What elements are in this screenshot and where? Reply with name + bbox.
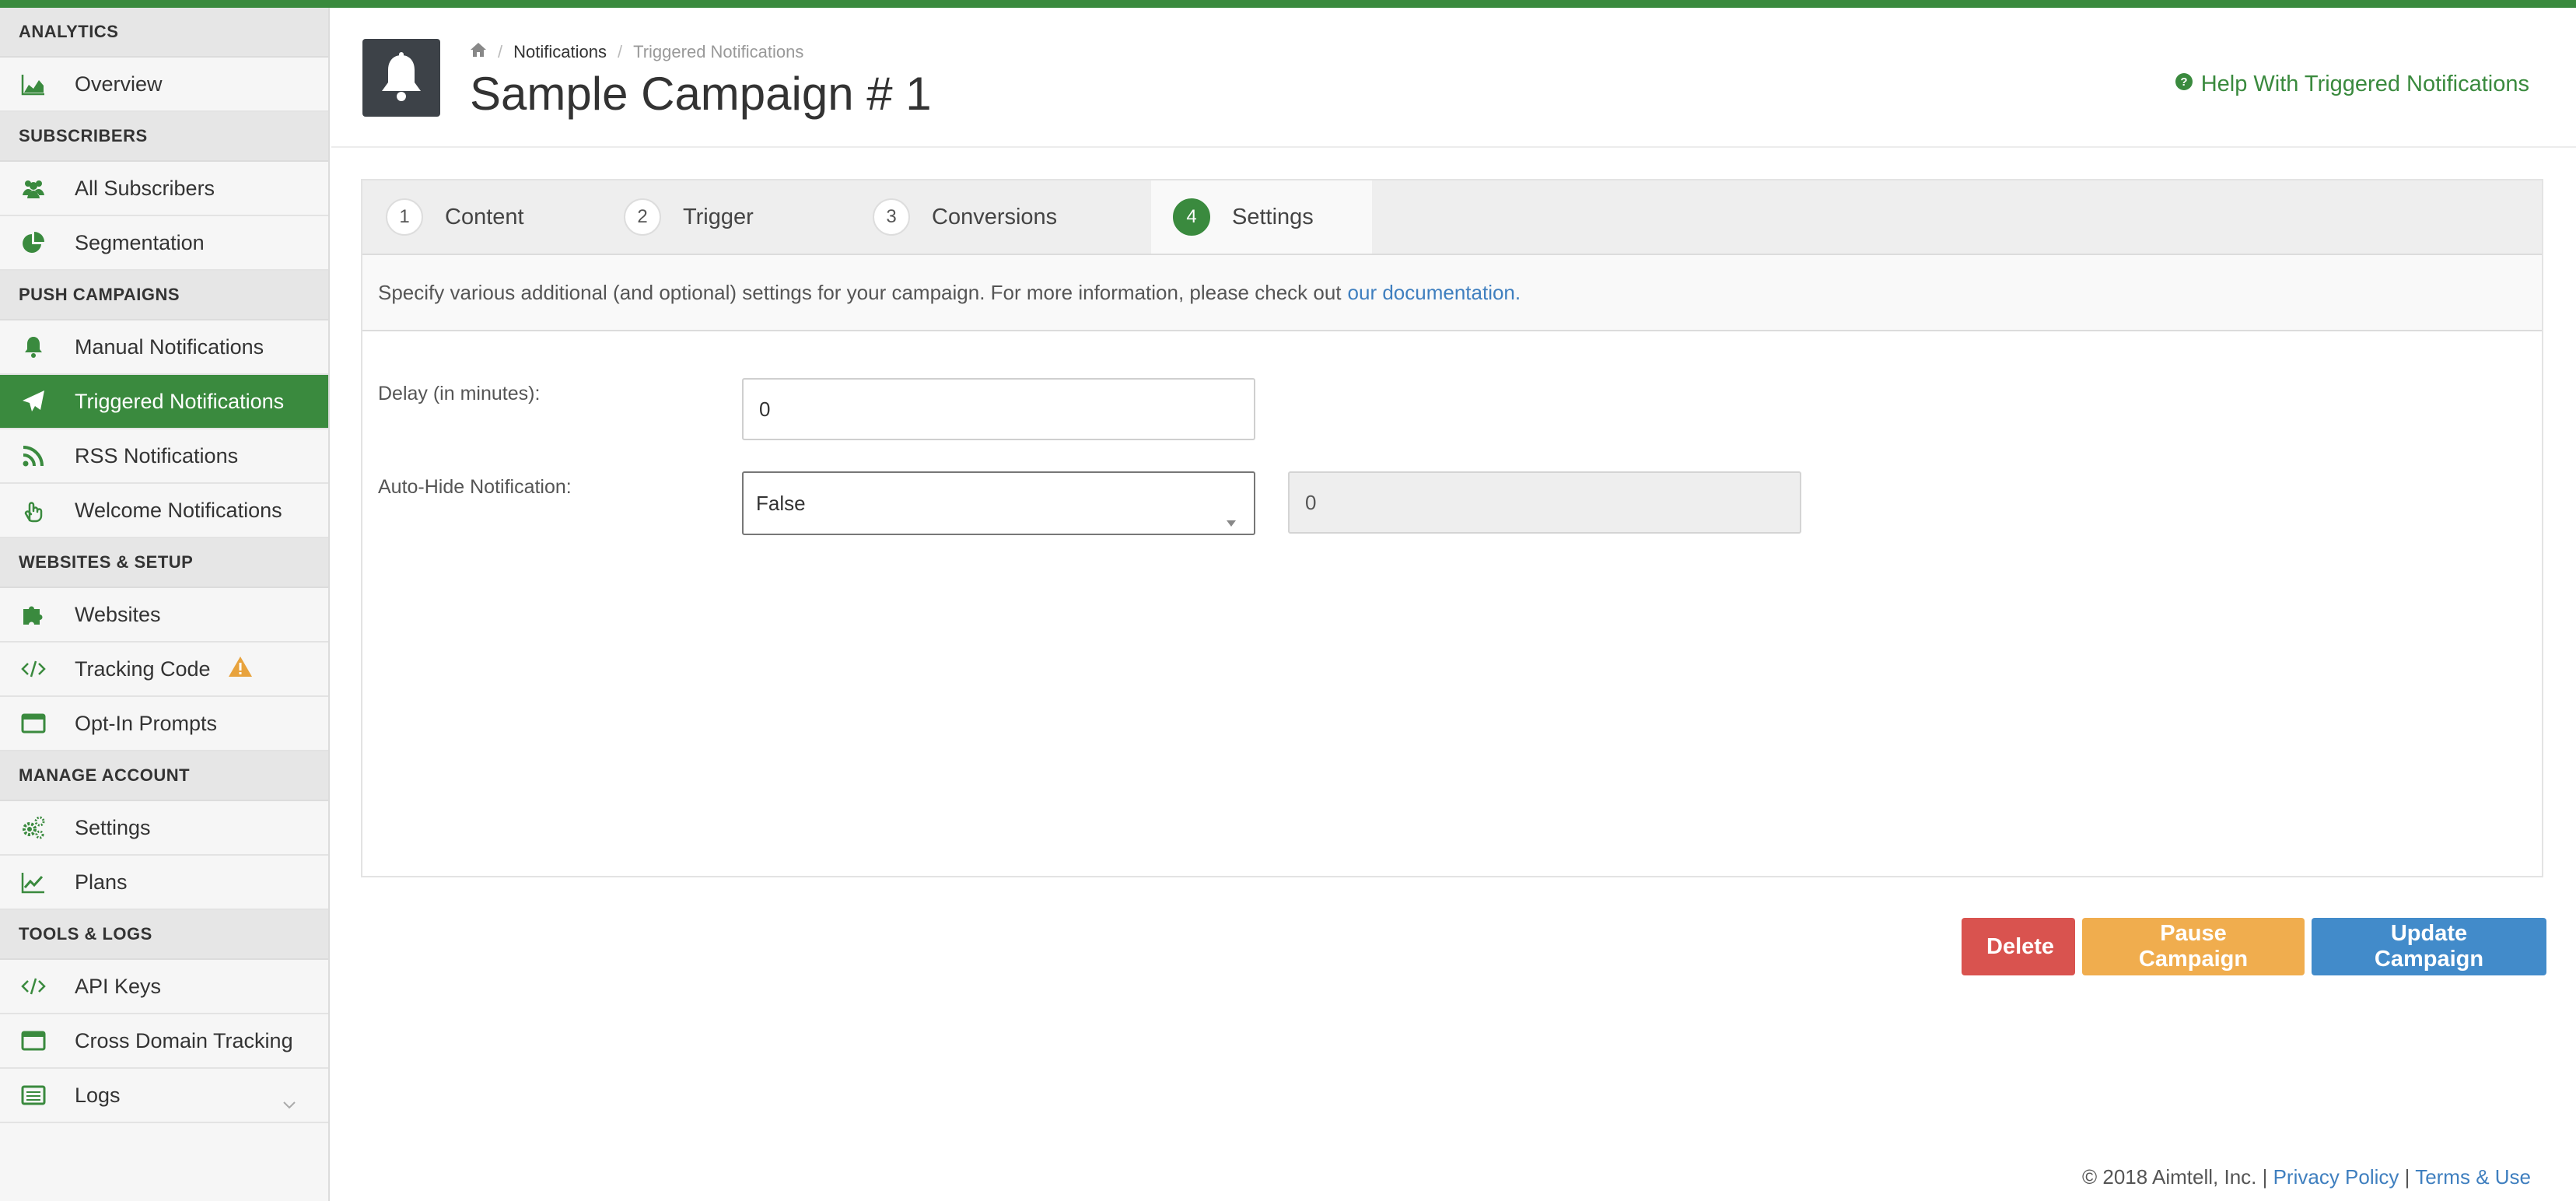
hand-icon bbox=[0, 497, 75, 523]
sidebar-item-label: RSS Notifications bbox=[75, 443, 239, 467]
sidebar-item-settings[interactable]: Settings bbox=[0, 801, 328, 856]
area-chart-icon bbox=[0, 71, 75, 97]
footer-separator: | bbox=[2404, 1165, 2410, 1189]
code-icon bbox=[0, 656, 75, 682]
step-number: 2 bbox=[624, 198, 661, 236]
sidebar-item-label: Settings bbox=[75, 815, 151, 839]
gears-icon bbox=[0, 814, 75, 841]
delete-button[interactable]: Delete bbox=[1962, 918, 2075, 975]
tab-label: Trigger bbox=[683, 204, 754, 229]
bell-icon bbox=[362, 39, 440, 117]
sidebar-item-api-keys[interactable]: API Keys bbox=[0, 960, 328, 1014]
settings-description: Specify various additional (and optional… bbox=[362, 255, 2542, 331]
auto-hide-selected-value: False bbox=[756, 491, 806, 515]
window-icon bbox=[0, 1028, 75, 1054]
sidebar-item-tracking-code[interactable]: Tracking Code bbox=[0, 643, 328, 697]
sidebar-item-welcome-notifications[interactable]: Welcome Notifications bbox=[0, 484, 328, 538]
tab-conversions[interactable]: 3 Conversions bbox=[873, 180, 1151, 254]
pie-chart-icon bbox=[0, 229, 75, 256]
main-content: / Notifications / Triggered Notification… bbox=[331, 8, 2576, 1201]
paper-plane-icon bbox=[0, 388, 75, 415]
sidebar-item-logs[interactable]: Logs bbox=[0, 1069, 328, 1123]
list-icon bbox=[0, 1082, 75, 1108]
tab-label: Content bbox=[445, 204, 524, 229]
sidebar-item-overview[interactable]: Overview bbox=[0, 58, 328, 112]
bell-icon bbox=[0, 334, 75, 360]
wizard-tabs: 1 Content 2 Trigger 3 Conversions 4 Sett… bbox=[362, 180, 2542, 255]
svg-text:?: ? bbox=[2180, 75, 2187, 89]
page-header: / Notifications / Triggered Notification… bbox=[331, 8, 2576, 148]
code-icon bbox=[0, 973, 75, 1000]
help-link-label: Help With Triggered Notifications bbox=[2200, 72, 2529, 96]
tab-label: Conversions bbox=[932, 204, 1058, 229]
documentation-link[interactable]: our documentation. bbox=[1348, 281, 1521, 305]
sidebar-item-label: Opt-In Prompts bbox=[75, 711, 218, 735]
breadcrumb: / Notifications / Triggered Notification… bbox=[470, 42, 803, 62]
pause-campaign-button[interactable]: Pause Campaign bbox=[2082, 918, 2305, 975]
sidebar-section-push-campaigns: PUSH CAMPAIGNS bbox=[0, 271, 328, 320]
campaign-wizard-panel: 1 Content 2 Trigger 3 Conversions 4 Sett… bbox=[361, 179, 2543, 877]
rss-icon bbox=[0, 443, 75, 469]
sidebar-section-subscribers: SUBSCRIBERS bbox=[0, 112, 328, 162]
sidebar-item-all-subscribers[interactable]: All Subscribers bbox=[0, 162, 328, 216]
sidebar-item-label: API Keys bbox=[75, 974, 162, 998]
page-title: Sample Campaign # 1 bbox=[470, 68, 932, 120]
auto-hide-label: Auto-Hide Notification: bbox=[378, 476, 572, 498]
tab-trigger[interactable]: 2 Trigger bbox=[624, 180, 873, 254]
users-icon bbox=[0, 175, 75, 201]
sidebar-item-label: Segmentation bbox=[75, 230, 205, 254]
sidebar-section-tools-logs: TOOLS & LOGS bbox=[0, 910, 328, 960]
sidebar-item-label: Manual Notifications bbox=[75, 334, 264, 359]
sidebar-item-label: Overview bbox=[75, 72, 163, 96]
auto-hide-select[interactable]: False bbox=[742, 471, 1255, 535]
sidebar-item-triggered-notifications[interactable]: Triggered Notifications bbox=[0, 375, 328, 429]
sidebar-item-label: Websites bbox=[75, 602, 161, 626]
question-circle-icon: ? bbox=[2175, 72, 2193, 97]
step-number: 4 bbox=[1173, 198, 1210, 236]
breadcrumb-notifications[interactable]: Notifications bbox=[513, 42, 607, 62]
sidebar-section-websites-setup: WEBSITES & SETUP bbox=[0, 538, 328, 588]
terms-link[interactable]: Terms & Use bbox=[2415, 1165, 2531, 1189]
sidebar-item-segmentation[interactable]: Segmentation bbox=[0, 216, 328, 271]
sidebar-item-label: Logs bbox=[75, 1083, 121, 1107]
privacy-policy-link[interactable]: Privacy Policy bbox=[2273, 1165, 2399, 1189]
sidebar: ANALYTICS Overview SUBSCRIBERS All Subsc… bbox=[0, 8, 330, 1201]
sidebar-item-label: Welcome Notifications bbox=[75, 498, 282, 522]
top-accent-bar bbox=[0, 0, 2576, 8]
puzzle-icon bbox=[0, 601, 75, 628]
description-text: Specify various additional (and optional… bbox=[378, 280, 1342, 304]
caret-down-icon bbox=[1226, 509, 1237, 533]
sidebar-item-websites[interactable]: Websites bbox=[0, 588, 328, 643]
sidebar-item-cross-domain-tracking[interactable]: Cross Domain Tracking bbox=[0, 1014, 328, 1069]
home-icon[interactable] bbox=[470, 42, 487, 62]
sidebar-section-analytics: ANALYTICS bbox=[0, 8, 328, 58]
breadcrumb-triggered-notifications: Triggered Notifications bbox=[633, 42, 804, 61]
tab-settings[interactable]: 4 Settings bbox=[1151, 180, 1372, 254]
step-number: 1 bbox=[386, 198, 423, 236]
warning-icon bbox=[228, 655, 253, 684]
sidebar-section-manage-account: MANAGE ACCOUNT bbox=[0, 751, 328, 801]
tab-content[interactable]: 1 Content bbox=[362, 180, 624, 254]
sidebar-item-rss-notifications[interactable]: RSS Notifications bbox=[0, 429, 328, 484]
sidebar-item-label: Plans bbox=[75, 870, 128, 894]
sidebar-item-plans[interactable]: Plans bbox=[0, 856, 328, 910]
delay-input[interactable] bbox=[742, 378, 1255, 440]
sidebar-item-label: Tracking Code bbox=[75, 657, 211, 681]
update-campaign-button[interactable]: Update Campaign bbox=[2312, 918, 2546, 975]
sidebar-item-opt-in-prompts[interactable]: Opt-In Prompts bbox=[0, 697, 328, 751]
sidebar-item-label: Cross Domain Tracking bbox=[75, 1028, 293, 1052]
copyright: © 2018 Aimtell, Inc. | bbox=[2082, 1165, 2268, 1189]
window-icon bbox=[0, 710, 75, 737]
step-number: 3 bbox=[873, 198, 910, 236]
footer: © 2018 Aimtell, Inc. | Privacy Policy | … bbox=[2082, 1165, 2531, 1189]
auto-hide-seconds-input bbox=[1288, 471, 1801, 534]
delay-label: Delay (in minutes): bbox=[378, 383, 541, 404]
line-chart-icon bbox=[0, 869, 75, 895]
sidebar-item-label: Triggered Notifications bbox=[75, 389, 285, 413]
sidebar-item-label: All Subscribers bbox=[75, 176, 215, 200]
sidebar-item-manual-notifications[interactable]: Manual Notifications bbox=[0, 320, 328, 375]
chevron-down-icon[interactable] bbox=[283, 1091, 296, 1115]
tab-label: Settings bbox=[1232, 204, 1314, 229]
help-link[interactable]: ? Help With Triggered Notifications bbox=[2175, 72, 2529, 97]
